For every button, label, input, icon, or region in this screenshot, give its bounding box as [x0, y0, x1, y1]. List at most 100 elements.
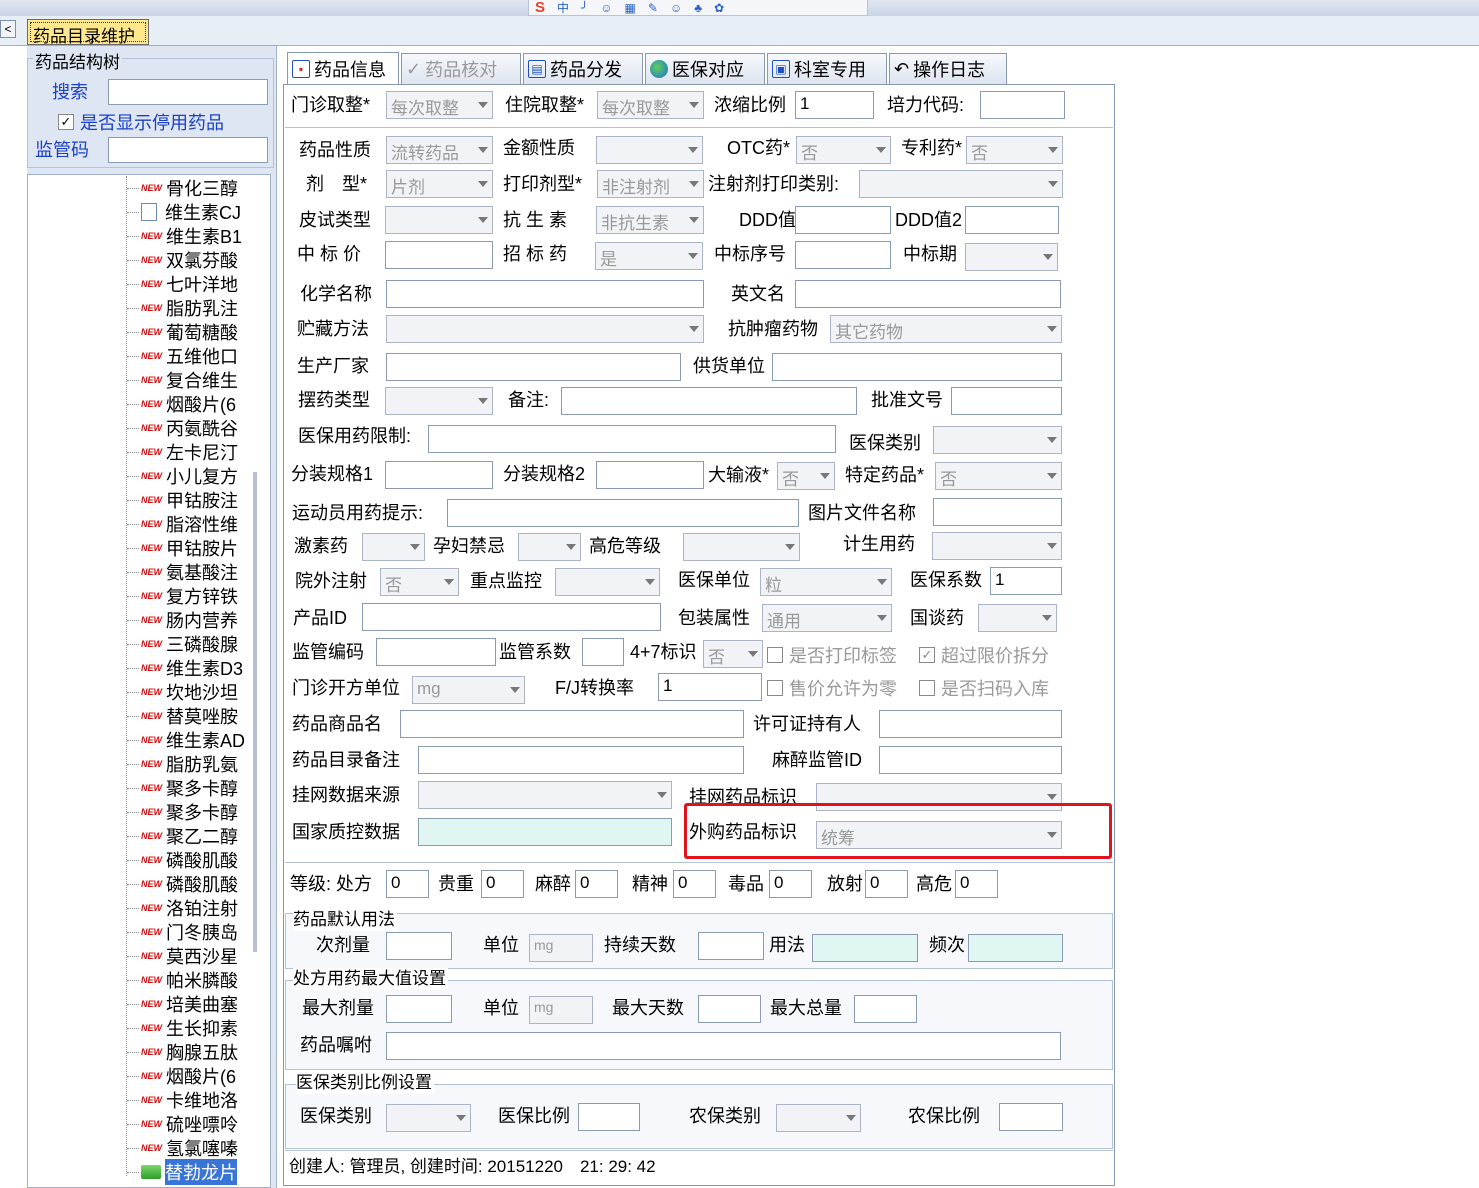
otc-select[interactable]: 否 [796, 136, 891, 164]
max-unit-select[interactable]: mg [529, 996, 593, 1024]
national-qc-input[interactable] [418, 818, 672, 846]
external-inject-select[interactable]: 否 [380, 568, 459, 596]
sup-coef-input[interactable] [582, 638, 624, 666]
ins-ratio-input[interactable] [578, 1103, 640, 1131]
ins-type-select[interactable] [386, 1104, 471, 1132]
tab-drug-info[interactable]: ▪ 药品信息 [287, 52, 399, 85]
tree-item[interactable]: NEW 复合维生 [127, 368, 238, 392]
tree-item[interactable]: NEW 烟酸片(6 [127, 392, 236, 416]
tree-item[interactable]: NEW 氨基酸注 [127, 560, 238, 584]
tree-item[interactable]: NEW 帕米膦酸 [127, 968, 238, 992]
scan-in-checkbox[interactable]: 是否扫码入库 [919, 675, 1049, 701]
four-seven-select[interactable]: 否 [703, 640, 763, 668]
tree-item[interactable]: NEW 卡维地洛 [127, 1088, 238, 1112]
ime-icon[interactable]: ☺ [670, 1, 682, 15]
tree-item[interactable]: NEW 左卡尼汀 [127, 440, 238, 464]
bid-price-input[interactable] [385, 241, 493, 269]
tree-item[interactable]: NEW 磷酸肌酸 [127, 872, 238, 896]
checkbox-box[interactable]: ✓ [919, 647, 935, 663]
hormone-select[interactable] [362, 533, 425, 561]
ins-unit-select[interactable]: 粒 [760, 568, 892, 596]
net-source-select[interactable] [418, 781, 672, 809]
tree-item[interactable]: NEW 维生素AD [127, 728, 245, 752]
search-input[interactable] [108, 79, 268, 105]
ins-coef-input[interactable]: 1 [990, 567, 1062, 595]
bid-drug-select[interactable]: 是 [595, 242, 703, 270]
supervise-code-input[interactable] [108, 137, 268, 163]
drug-advice-input[interactable] [386, 1032, 1061, 1060]
print-dosage-select[interactable]: 非注射剂 [597, 170, 704, 198]
tab-insurance-map[interactable]: 医保对应 [645, 53, 765, 84]
product-id-input[interactable] [362, 603, 661, 631]
checkbox-box[interactable] [767, 647, 783, 663]
pack-attr-select[interactable]: 通用 [762, 604, 892, 632]
athlete-input[interactable] [447, 499, 799, 527]
place-type-select[interactable] [385, 387, 493, 415]
ime-icon[interactable]: ▦ [625, 1, 636, 15]
storage-select[interactable] [386, 315, 704, 343]
tree-item[interactable]: 维生素CJ [127, 200, 241, 224]
grade-input[interactable]: 0 [386, 870, 429, 898]
family-plan-select[interactable] [932, 532, 1062, 560]
tree-item[interactable]: NEW 脂溶性维 [127, 512, 238, 536]
tree-item[interactable]: NEW 莫西沙星 [127, 944, 238, 968]
peili-code-input[interactable] [980, 91, 1065, 119]
fj-ratio-input[interactable]: 1 [658, 673, 762, 701]
max-dose-input[interactable] [386, 995, 452, 1023]
tree-item[interactable]: NEW 磷酸肌酸 [127, 848, 238, 872]
sup-code-input[interactable] [376, 638, 496, 666]
tab-drug-distribute[interactable]: ▤ 药品分发 [523, 53, 643, 84]
print-label-checkbox[interactable]: 是否打印标签 [767, 642, 897, 668]
approval-input[interactable] [951, 387, 1062, 415]
insurance-limit-input[interactable] [428, 425, 836, 453]
patent-select[interactable]: 否 [966, 136, 1063, 164]
ddd2-input[interactable] [965, 206, 1059, 234]
tab-drug-check[interactable]: ✓ 药品核对 [401, 53, 521, 84]
document-tab[interactable]: 药品目录维护 [27, 19, 149, 46]
inject-print-select[interactable] [859, 170, 1063, 198]
ime-icon[interactable]: ✎ [648, 1, 658, 15]
radio-input[interactable]: 0 [865, 870, 908, 898]
tree-item[interactable]: NEW 脂肪乳注 [127, 296, 238, 320]
tree-item[interactable]: NEW 烟酸片(6 [127, 1064, 236, 1088]
tree-item[interactable]: NEW 七叶洋地 [127, 272, 238, 296]
pack-spec2-input[interactable] [596, 461, 704, 489]
amount-nature-select[interactable] [596, 136, 703, 164]
tree-item[interactable]: NEW 氢氯噻嗪 [127, 1136, 238, 1160]
ime-icon[interactable]: ✿ [714, 1, 724, 15]
tree-item[interactable]: NEW 小儿复方 [127, 464, 238, 488]
tree-item[interactable]: NEW 维生素B1 [127, 224, 242, 248]
ime-icon[interactable]: ╯ [581, 1, 588, 15]
bid-period-select[interactable] [965, 243, 1058, 271]
inpatient-round-select[interactable]: 每次取整 [597, 91, 704, 119]
image-file-input[interactable] [933, 498, 1062, 526]
conc-ratio-input[interactable]: 1 [795, 91, 874, 119]
chem-name-input[interactable] [386, 280, 704, 308]
max-days-input[interactable] [698, 995, 761, 1023]
anesthetic-input[interactable]: 0 [575, 870, 618, 898]
tree-item[interactable]: NEW 甲钴胺注 [127, 488, 238, 512]
show-disabled-checkbox[interactable]: ✓ 是否显示停用药品 [58, 109, 224, 135]
pack-spec1-input[interactable] [385, 461, 493, 489]
drug-nature-select[interactable]: 流转药品 [386, 136, 493, 164]
high-risk-input[interactable]: 0 [955, 870, 998, 898]
toxic-input[interactable]: 0 [769, 870, 812, 898]
tree-item[interactable]: NEW 坎地沙坦 [127, 680, 238, 704]
collapse-arrow-icon[interactable]: < [0, 20, 16, 38]
tree-item[interactable]: NEW 骨化三醇 [127, 176, 238, 200]
tab-operation-log[interactable]: ↶ 操作日志 [889, 53, 1007, 84]
tree-item[interactable]: NEW 五维他口 [127, 344, 238, 368]
checkbox-box[interactable]: ✓ [58, 114, 74, 130]
default-usage-input[interactable] [812, 934, 918, 962]
tree-item[interactable]: NEW 胸腺五肽 [127, 1040, 238, 1064]
negotiated-select[interactable] [978, 604, 1057, 632]
tab-dept-special[interactable]: ▣ 科室专用 [767, 53, 887, 84]
op-unit-select[interactable]: mg [412, 676, 525, 704]
key-monitor-select[interactable] [555, 568, 660, 596]
manufacturer-input[interactable] [386, 353, 681, 381]
price-zero-checkbox[interactable]: 售价允许为零 [767, 675, 897, 701]
tree-item[interactable]: NEW 双氯芬酸 [127, 248, 238, 272]
tree-item[interactable]: NEW 三磷酸腺 [127, 632, 238, 656]
over-limit-checkbox[interactable]: ✓ 超过限价拆分 [919, 642, 1049, 668]
checkbox-box[interactable] [919, 680, 935, 696]
